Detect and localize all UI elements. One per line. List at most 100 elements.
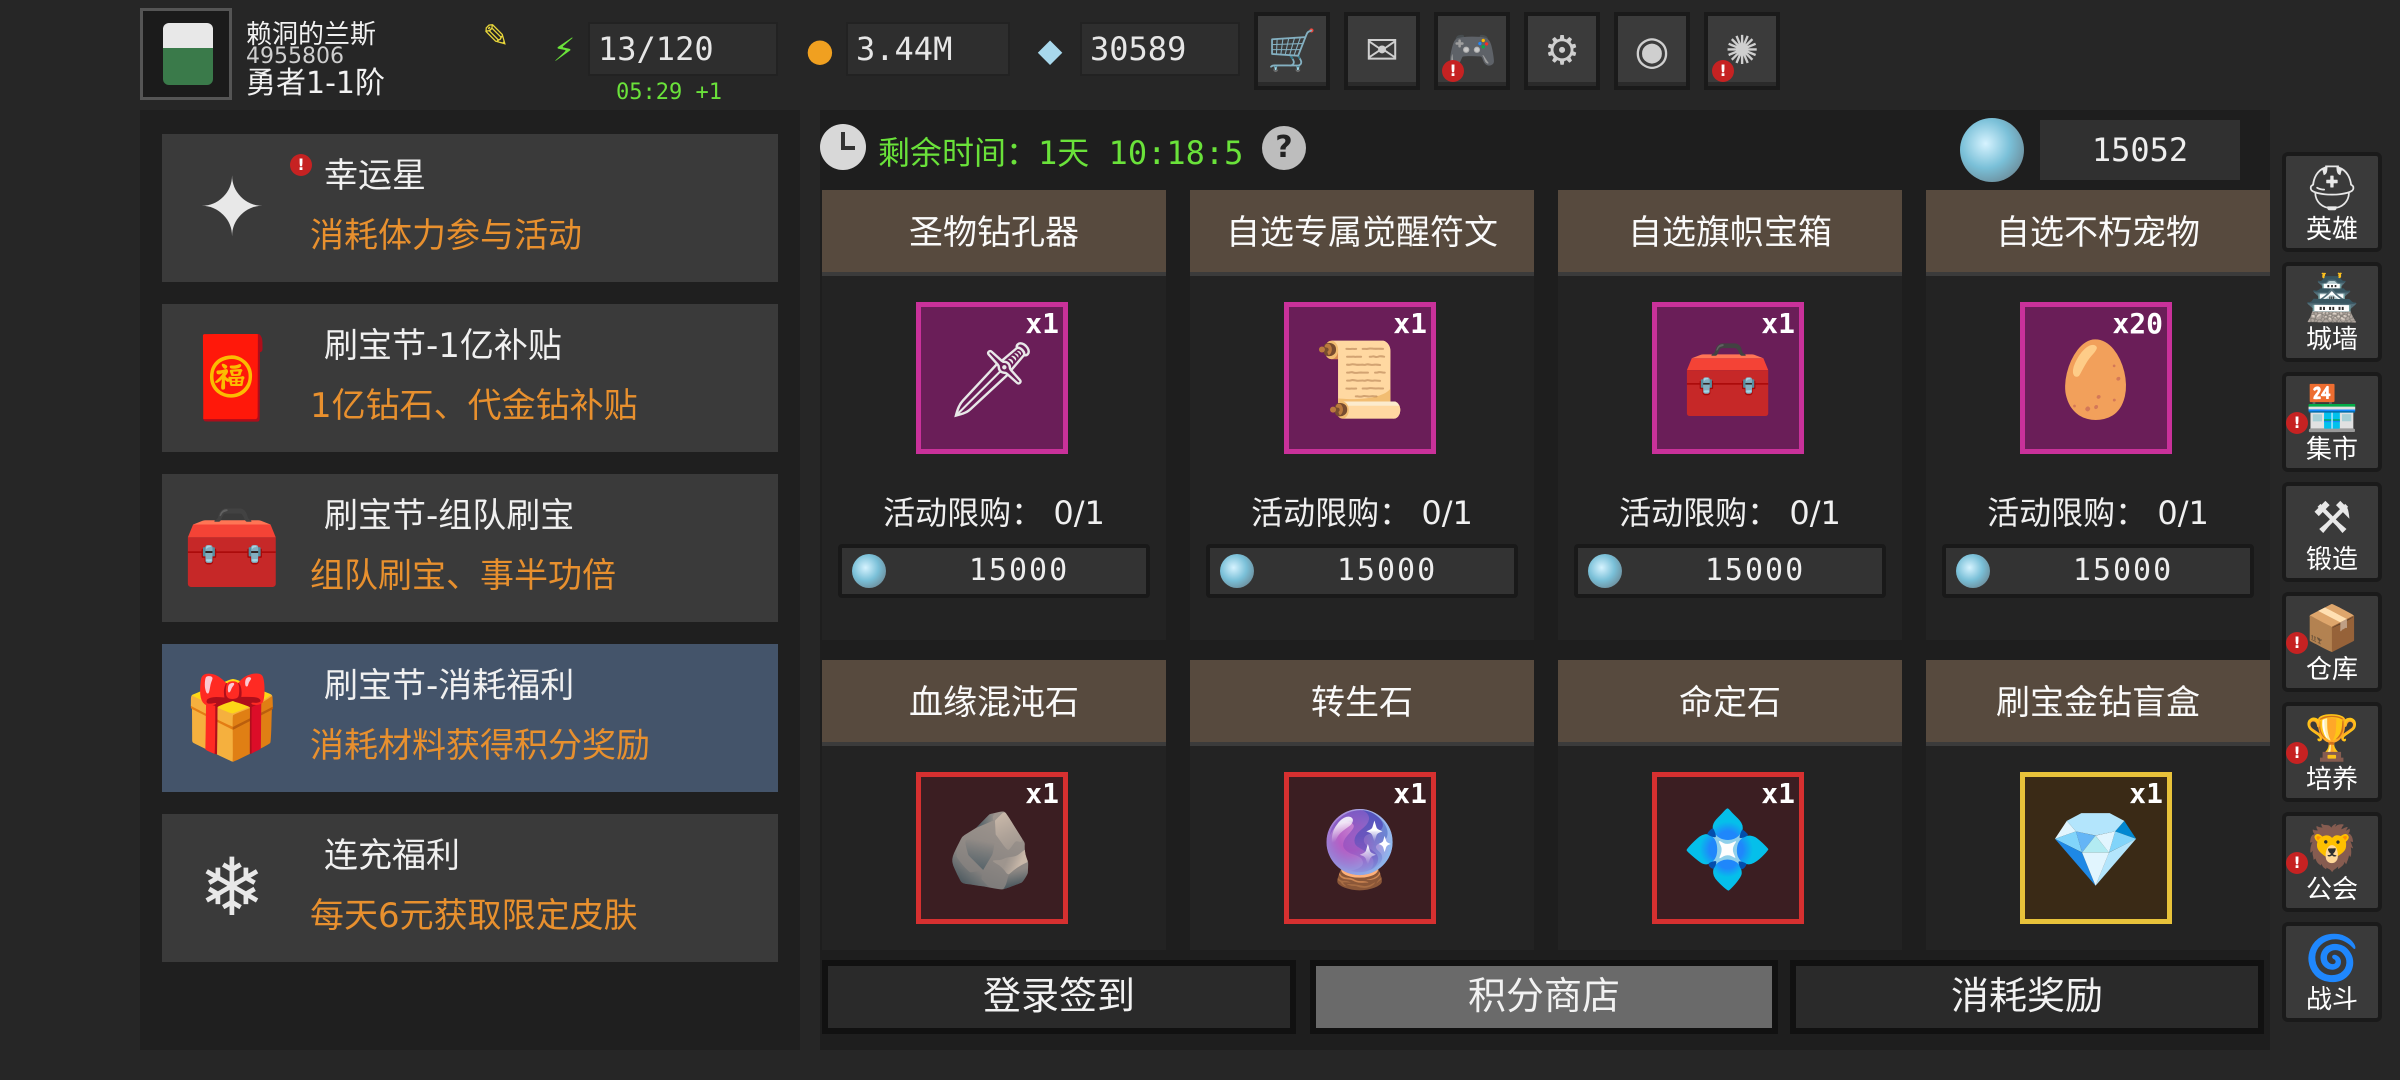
- nav-label: 城墙: [2305, 325, 2358, 355]
- shop-item-name: 自选专属觉醒符文: [1190, 190, 1534, 276]
- shop-item-card[interactable]: 自选旗帜宝箱 🧰 x1 活动限购： 0/1 15000: [1558, 190, 1902, 640]
- alert-badge: !: [2286, 412, 2308, 434]
- remaining-time-value: 1天 10:18:5: [1038, 134, 1244, 172]
- mail-button[interactable]: ✉: [1344, 12, 1420, 90]
- shop-item-card[interactable]: 血缘混沌石 🪨 x1: [822, 660, 1166, 950]
- buy-button[interactable]: 15000: [1942, 544, 2254, 598]
- lightning-icon: ⚡: [552, 31, 576, 69]
- event-item[interactable]: ❄ 连充福利 每天6元获取限定皮肤: [162, 814, 778, 962]
- item-quantity: x1: [2129, 777, 2163, 810]
- shop-item-card[interactable]: 自选不朽宠物 🥚 x20 活动限购： 0/1 15000: [1926, 190, 2270, 640]
- event-title: 刷宝节-1亿补贴: [324, 326, 562, 366]
- shop-item-body: 🔮 x1: [1190, 746, 1534, 950]
- event-item[interactable]: ✦ 幸运星 消耗体力参与活动!: [162, 134, 778, 282]
- rebirth-stone-icon: 🔮: [1313, 807, 1407, 893]
- item-quantity: x1: [1025, 307, 1059, 340]
- shop-item-body: 🗡 x1 活动限购： 0/1 15000: [822, 276, 1166, 640]
- remaining-time-label: 剩余时间：: [878, 134, 1039, 172]
- fireworks-button[interactable]: ✺!: [1704, 12, 1780, 90]
- open-chest-icon: 🎁: [182, 671, 282, 764]
- edit-icon[interactable]: ✎: [478, 18, 514, 54]
- event-title: 幸运星: [324, 156, 426, 196]
- player-avatar[interactable]: [140, 8, 232, 100]
- wall-icon: 🏯: [2304, 273, 2360, 324]
- mail-icon: ✉: [1365, 28, 1399, 74]
- point-balance: 15052: [2040, 120, 2240, 180]
- nav-trophy[interactable]: 🏆 培养!: [2282, 702, 2382, 802]
- alert-badge: !: [1442, 60, 1464, 82]
- item-quantity: x1: [1025, 777, 1059, 810]
- event-title: 刷宝节-消耗福利: [324, 666, 575, 706]
- alert-badge: !: [2286, 742, 2308, 764]
- alert-badge: !: [2286, 632, 2308, 654]
- shop-item-card[interactable]: 刷宝金钻盲盒 💎 x1: [1926, 660, 2270, 950]
- buy-button[interactable]: 15000: [838, 544, 1150, 598]
- event-item[interactable]: 🎁 刷宝节-消耗福利 消耗材料获得积分奖励: [162, 644, 778, 792]
- nav-label: 战斗: [2305, 985, 2358, 1015]
- item-frame[interactable]: 🧰 x1: [1652, 302, 1804, 454]
- shop-item-card[interactable]: 自选专属觉醒符文 📜 x1 活动限购： 0/1 15000: [1190, 190, 1534, 640]
- nav-anvil[interactable]: ⚒ 锻造: [2282, 482, 2382, 582]
- nav-wall[interactable]: 🏯 城墙: [2282, 262, 2382, 362]
- nav-label: 仓库: [2305, 655, 2358, 685]
- item-frame[interactable]: 🔮 x1: [1284, 772, 1436, 924]
- shop-item-card[interactable]: 圣物钻孔器 🗡 x1 活动限购： 0/1 15000: [822, 190, 1166, 640]
- gold-coin-icon: ●: [806, 31, 834, 69]
- shop-item-card[interactable]: 命定石 💠 x1: [1558, 660, 1902, 950]
- rune-icon: 📜: [1313, 337, 1407, 423]
- price-value: 15000: [1704, 553, 1806, 588]
- crystal-icon: ❄: [198, 841, 266, 934]
- shop-item-name: 圣物钻孔器: [822, 190, 1166, 276]
- alert-badge: !: [290, 154, 312, 176]
- shop-item-body: 📜 x1 活动限购： 0/1 15000: [1190, 276, 1534, 640]
- item-frame[interactable]: 🪨 x1: [916, 772, 1068, 924]
- banner-chest-icon: 🧰: [1681, 337, 1775, 423]
- item-frame[interactable]: 🥚 x20: [2020, 302, 2172, 454]
- nav-warehouse[interactable]: 📦 仓库!: [2282, 592, 2382, 692]
- red-envelope-icon: 🧧: [182, 331, 282, 424]
- item-frame[interactable]: 🗡 x1: [916, 302, 1068, 454]
- stamina-value: 13/120: [588, 22, 778, 76]
- player-rank: 勇者1-1阶: [246, 66, 385, 101]
- tab-login-signin[interactable]: 登录签到: [822, 960, 1296, 1034]
- aperture-button[interactable]: ◉: [1614, 12, 1690, 90]
- event-title: 刷宝节-组队刷宝: [324, 496, 575, 536]
- alert-badge: !: [1712, 60, 1734, 82]
- event-subtitle: 组队刷宝、事半功倍: [310, 556, 616, 596]
- purchase-limit: 活动限购： 0/1: [1619, 494, 1841, 532]
- item-frame[interactable]: 💠 x1: [1652, 772, 1804, 924]
- settings-button[interactable]: ⚙: [1524, 12, 1600, 90]
- event-item[interactable]: 🧰 刷宝节-组队刷宝 组队刷宝、事半功倍: [162, 474, 778, 622]
- buy-button[interactable]: 15000: [1206, 544, 1518, 598]
- buy-button[interactable]: 15000: [1574, 544, 1886, 598]
- shop-item-card[interactable]: 转生石 🔮 x1: [1190, 660, 1534, 950]
- point-gem-icon: [852, 554, 886, 588]
- event-title: 连充福利: [324, 836, 460, 876]
- gamepad-button[interactable]: 🎮!: [1434, 12, 1510, 90]
- tab-consume-reward[interactable]: 消耗奖励: [1790, 960, 2264, 1034]
- shop-item-body: 💠 x1: [1558, 746, 1902, 950]
- nav-market[interactable]: 🏪 集市!: [2282, 372, 2382, 472]
- nav-guild[interactable]: 🦁 公会!: [2282, 812, 2382, 912]
- shop-cart-button[interactable]: 🛒: [1254, 12, 1330, 90]
- point-gem-icon: [1960, 118, 2024, 182]
- nav-label: 集市: [2305, 435, 2358, 465]
- shop-item-name: 刷宝金钻盲盒: [1926, 660, 2270, 746]
- event-item[interactable]: 🧧 刷宝节-1亿补贴 1亿钻石、代金钻补贴: [162, 304, 778, 452]
- event-subtitle: 1亿钻石、代金钻补贴: [310, 386, 638, 426]
- point-gem-icon: [1588, 554, 1622, 588]
- tab-points-shop[interactable]: 积分商店: [1310, 960, 1778, 1034]
- nav-helmet[interactable]: ⛑ 英雄: [2282, 152, 2382, 252]
- shop-item-name: 命定石: [1558, 660, 1902, 746]
- item-frame[interactable]: 📜 x1: [1284, 302, 1436, 454]
- shop-item-body: 🥚 x20 活动限购： 0/1 15000: [1926, 276, 2270, 640]
- point-gem-icon: [1220, 554, 1254, 588]
- help-icon[interactable]: ?: [1262, 126, 1306, 170]
- drill-icon: 🗡: [945, 337, 1039, 423]
- purchase-limit: 活动限购： 0/1: [883, 494, 1105, 532]
- item-frame[interactable]: 💎 x1: [2020, 772, 2172, 924]
- anvil-icon: ⚒: [2312, 493, 2352, 544]
- item-quantity: x1: [1393, 777, 1427, 810]
- nav-portal[interactable]: 🌀 战斗: [2282, 922, 2382, 1022]
- price-value: 15000: [2072, 553, 2174, 588]
